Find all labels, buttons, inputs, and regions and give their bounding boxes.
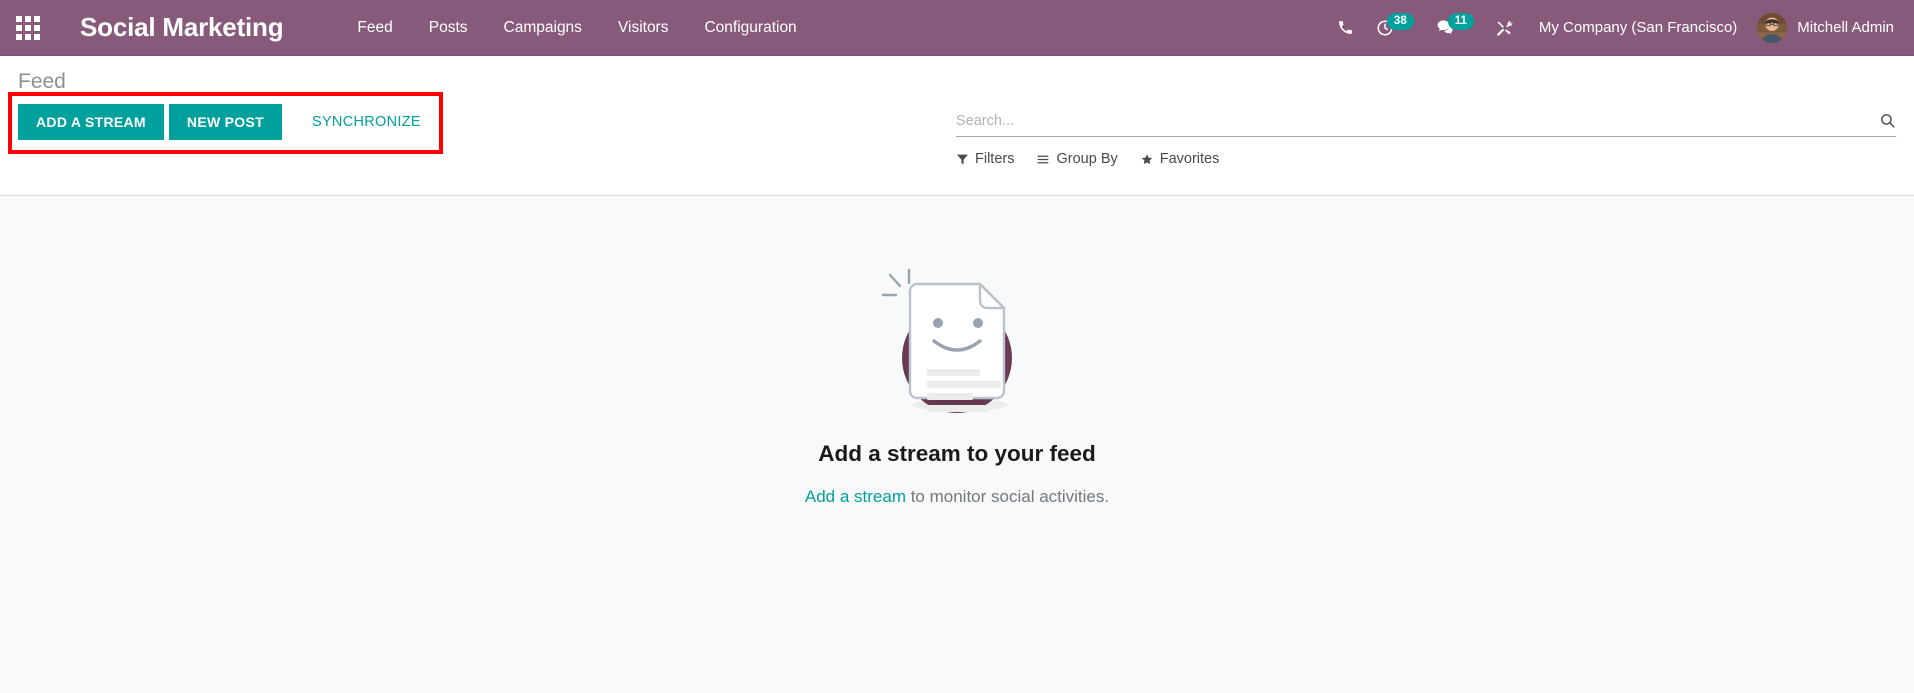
activity-button[interactable]: 38 xyxy=(1367,0,1423,56)
add-a-stream-button[interactable]: ADD A STREAM xyxy=(18,104,164,141)
company-switcher[interactable]: My Company (San Francisco) xyxy=(1527,19,1753,36)
filter-row: Filters Group By Favorites xyxy=(956,151,1896,167)
favorites-button[interactable]: Favorites xyxy=(1140,151,1220,167)
empty-state: Add a stream to your feed Add a stream t… xyxy=(677,253,1237,507)
menu-item-campaigns[interactable]: Campaigns xyxy=(486,13,600,43)
control-panel-search-area: Filters Group By Favorites xyxy=(956,112,1896,167)
filters-label: Filters xyxy=(975,151,1015,167)
breadcrumb[interactable]: Feed xyxy=(18,70,433,93)
buttons-row: ADD A STREAM NEW POST SYNCHRONIZE xyxy=(18,104,433,141)
group-by-lines-icon xyxy=(1038,155,1049,163)
group-by-button[interactable]: Group By xyxy=(1036,151,1118,167)
apps-menu-button[interactable] xyxy=(0,0,56,56)
messages-button[interactable]: 11 xyxy=(1427,0,1483,56)
empty-state-subtitle: Add a stream to monitor social activitie… xyxy=(677,487,1237,507)
filters-button[interactable]: Filters xyxy=(956,151,1014,167)
search-row xyxy=(956,112,1896,137)
main-menu: Feed Posts Campaigns Visitors Configurat… xyxy=(339,13,814,43)
navbar-right-tools: 38 11 My Company (San Francisco) Mitchel… xyxy=(1328,0,1914,56)
menu-item-feed[interactable]: Feed xyxy=(339,13,410,43)
search-input[interactable] xyxy=(956,112,1871,129)
menu-item-visitors[interactable]: Visitors xyxy=(600,13,687,43)
filter-funnel-icon xyxy=(957,154,968,164)
phone-button[interactable] xyxy=(1328,0,1363,56)
messages-badge-count: 11 xyxy=(1447,12,1474,31)
content-area: Add a stream to your feed Add a stream t… xyxy=(0,196,1914,692)
menu-item-configuration[interactable]: Configuration xyxy=(686,13,814,43)
user-menu[interactable]: Mitchell Admin xyxy=(1757,12,1900,43)
action-buttons-group: ADD A STREAM NEW POST SYNCHRONIZE xyxy=(8,92,443,155)
top-navbar: Social Marketing Feed Posts Campaigns Vi… xyxy=(0,0,1914,56)
menu-item-posts[interactable]: Posts xyxy=(411,13,486,43)
username-label: Mitchell Admin xyxy=(1797,19,1894,36)
app-brand-title[interactable]: Social Marketing xyxy=(80,12,284,43)
synchronize-button[interactable]: SYNCHRONIZE xyxy=(300,105,433,139)
developer-tools-icon xyxy=(1497,20,1513,36)
avatar xyxy=(1757,12,1788,43)
search-icon[interactable] xyxy=(1871,112,1896,129)
new-post-button[interactable]: NEW POST xyxy=(168,104,282,141)
developer-tools-button[interactable] xyxy=(1487,0,1523,56)
star-icon xyxy=(1141,153,1152,164)
group-by-label: Group By xyxy=(1056,151,1118,167)
add-a-stream-link[interactable]: Add a stream xyxy=(805,487,906,506)
empty-state-title: Add a stream to your feed xyxy=(818,441,1096,466)
avatar-photo-icon xyxy=(1757,12,1788,43)
favorites-label: Favorites xyxy=(1159,151,1220,167)
phone-icon xyxy=(1339,21,1352,34)
control-panel-left: Feed ADD A STREAM NEW POST SYNCHRONIZE xyxy=(8,70,443,155)
activity-badge-count: 38 xyxy=(1386,12,1414,31)
apps-grid-icon xyxy=(16,15,40,40)
control-panel: Feed ADD A STREAM NEW POST SYNCHRONIZE S… xyxy=(0,56,1914,196)
smiling-document-icon xyxy=(881,268,1012,413)
empty-state-subtitle-rest: to monitor social activities. xyxy=(905,487,1110,506)
